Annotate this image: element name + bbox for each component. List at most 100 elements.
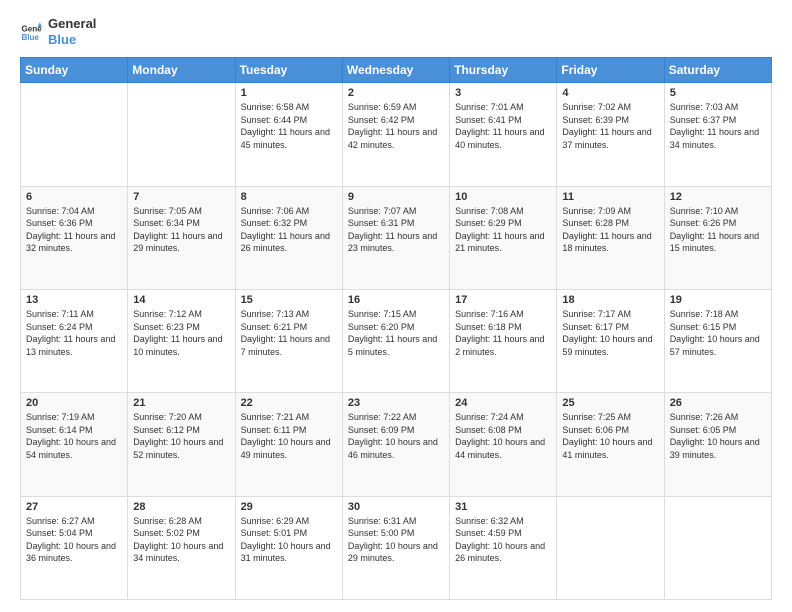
- day-cell: 26 Sunrise: 7:26 AM Sunset: 6:05 PM Dayli…: [664, 393, 771, 496]
- day-info: Sunrise: 6:31 AM Sunset: 5:00 PM Dayligh…: [348, 515, 444, 565]
- day-number: 22: [241, 397, 337, 409]
- day-info: Sunrise: 7:21 AM Sunset: 6:11 PM Dayligh…: [241, 411, 337, 461]
- header: General Blue General Blue: [20, 16, 772, 47]
- weekday-thursday: Thursday: [450, 58, 557, 83]
- day-cell: 17Sunrise: 7:16 AM Sunset: 6:18 PM Dayli…: [450, 289, 557, 392]
- day-info: Sunrise: 7:26 AM Sunset: 6:05 PM Dayligh…: [670, 411, 766, 461]
- day-cell: 29Sunrise: 6:29 AM Sunset: 5:01 PM Dayli…: [235, 496, 342, 599]
- day-number: 6: [26, 191, 122, 203]
- day-info: Sunrise: 7:15 AM Sunset: 6:20 PM Dayligh…: [348, 308, 444, 358]
- logo: General Blue General Blue: [20, 16, 96, 47]
- day-info: Sunrise: 7:05 AM Sunset: 6:34 PM Dayligh…: [133, 205, 229, 255]
- day-cell: 4 Sunrise: 7:02 AM Sunset: 6:39 PM Daylig…: [557, 83, 664, 186]
- day-number: 5: [670, 87, 766, 99]
- day-info: Sunrise: 7:22 AM Sunset: 6:09 PM Dayligh…: [348, 411, 444, 461]
- day-cell: 15 Sunrise: 7:13 AM Sunset: 6:21 PM Dayli…: [235, 289, 342, 392]
- day-info: Sunrise: 6:27 AM Sunset: 5:04 PM Dayligh…: [26, 515, 122, 565]
- day-number: 4: [562, 87, 658, 99]
- week-row-1: 1 Sunrise: 6:58 AM Sunset: 6:44 PM Daylig…: [21, 83, 772, 186]
- day-info: Sunrise: 7:02 AM Sunset: 6:39 PM Dayligh…: [562, 101, 658, 151]
- day-info: Sunrise: 7:25 AM Sunset: 6:06 PM Dayligh…: [562, 411, 658, 461]
- day-cell: 21 Sunrise: 7:20 AM Sunset: 6:12 PM Dayli…: [128, 393, 235, 496]
- day-number: 9: [348, 191, 444, 203]
- day-info: Sunrise: 7:06 AM Sunset: 6:32 PM Dayligh…: [241, 205, 337, 255]
- day-cell: 31Sunrise: 6:32 AM Sunset: 4:59 PM Dayli…: [450, 496, 557, 599]
- week-row-3: 13Sunrise: 7:11 AM Sunset: 6:24 PM Dayli…: [21, 289, 772, 392]
- day-number: 12: [670, 191, 766, 203]
- day-cell: [664, 496, 771, 599]
- day-number: 23: [348, 397, 444, 409]
- day-number: 31: [455, 501, 551, 513]
- week-row-4: 20Sunrise: 7:19 AM Sunset: 6:14 PM Dayli…: [21, 393, 772, 496]
- day-cell: 23 Sunrise: 7:22 AM Sunset: 6:09 PM Dayli…: [342, 393, 449, 496]
- day-number: 26: [670, 397, 766, 409]
- day-number: 11: [562, 191, 658, 203]
- day-info: Sunrise: 6:59 AM Sunset: 6:42 PM Dayligh…: [348, 101, 444, 151]
- day-cell: 9Sunrise: 7:07 AM Sunset: 6:31 PM Daylig…: [342, 186, 449, 289]
- day-cell: 7 Sunrise: 7:05 AM Sunset: 6:34 PM Daylig…: [128, 186, 235, 289]
- day-cell: 24 Sunrise: 7:24 AM Sunset: 6:08 PM Dayli…: [450, 393, 557, 496]
- day-number: 17: [455, 294, 551, 306]
- day-info: Sunrise: 7:24 AM Sunset: 6:08 PM Dayligh…: [455, 411, 551, 461]
- day-cell: 27Sunrise: 6:27 AM Sunset: 5:04 PM Dayli…: [21, 496, 128, 599]
- day-cell: 13Sunrise: 7:11 AM Sunset: 6:24 PM Dayli…: [21, 289, 128, 392]
- day-number: 3: [455, 87, 551, 99]
- day-cell: 12 Sunrise: 7:10 AM Sunset: 6:26 PM Dayli…: [664, 186, 771, 289]
- day-number: 29: [241, 501, 337, 513]
- day-cell: 10Sunrise: 7:08 AM Sunset: 6:29 PM Dayli…: [450, 186, 557, 289]
- day-info: Sunrise: 7:04 AM Sunset: 6:36 PM Dayligh…: [26, 205, 122, 255]
- day-number: 10: [455, 191, 551, 203]
- day-number: 7: [133, 191, 229, 203]
- day-cell: 19Sunrise: 7:18 AM Sunset: 6:15 PM Dayli…: [664, 289, 771, 392]
- day-cell: 3Sunrise: 7:01 AM Sunset: 6:41 PM Daylig…: [450, 83, 557, 186]
- day-cell: 1 Sunrise: 6:58 AM Sunset: 6:44 PM Daylig…: [235, 83, 342, 186]
- day-number: 2: [348, 87, 444, 99]
- day-number: 21: [133, 397, 229, 409]
- day-cell: [21, 83, 128, 186]
- weekday-wednesday: Wednesday: [342, 58, 449, 83]
- day-cell: 8 Sunrise: 7:06 AM Sunset: 6:32 PM Daylig…: [235, 186, 342, 289]
- day-info: Sunrise: 7:17 AM Sunset: 6:17 PM Dayligh…: [562, 308, 658, 358]
- day-cell: 2 Sunrise: 6:59 AM Sunset: 6:42 PM Daylig…: [342, 83, 449, 186]
- day-number: 8: [241, 191, 337, 203]
- day-number: 18: [562, 294, 658, 306]
- day-cell: 16 Sunrise: 7:15 AM Sunset: 6:20 PM Dayli…: [342, 289, 449, 392]
- week-row-5: 27Sunrise: 6:27 AM Sunset: 5:04 PM Dayli…: [21, 496, 772, 599]
- day-info: Sunrise: 6:28 AM Sunset: 5:02 PM Dayligh…: [133, 515, 229, 565]
- day-number: 28: [133, 501, 229, 513]
- day-info: Sunrise: 7:10 AM Sunset: 6:26 PM Dayligh…: [670, 205, 766, 255]
- day-info: Sunrise: 7:18 AM Sunset: 6:15 PM Dayligh…: [670, 308, 766, 358]
- day-cell: 20Sunrise: 7:19 AM Sunset: 6:14 PM Dayli…: [21, 393, 128, 496]
- day-number: 15: [241, 294, 337, 306]
- logo-text-general: General: [48, 16, 96, 32]
- day-cell: [557, 496, 664, 599]
- weekday-saturday: Saturday: [664, 58, 771, 83]
- day-info: Sunrise: 7:09 AM Sunset: 6:28 PM Dayligh…: [562, 205, 658, 255]
- day-cell: 25Sunrise: 7:25 AM Sunset: 6:06 PM Dayli…: [557, 393, 664, 496]
- day-cell: [128, 83, 235, 186]
- weekday-friday: Friday: [557, 58, 664, 83]
- day-number: 24: [455, 397, 551, 409]
- day-cell: 14 Sunrise: 7:12 AM Sunset: 6:23 PM Dayli…: [128, 289, 235, 392]
- calendar-table: SundayMondayTuesdayWednesdayThursdayFrid…: [20, 57, 772, 600]
- day-info: Sunrise: 7:12 AM Sunset: 6:23 PM Dayligh…: [133, 308, 229, 358]
- day-number: 14: [133, 294, 229, 306]
- weekday-sunday: Sunday: [21, 58, 128, 83]
- day-number: 16: [348, 294, 444, 306]
- day-info: Sunrise: 7:19 AM Sunset: 6:14 PM Dayligh…: [26, 411, 122, 461]
- day-info: Sunrise: 7:13 AM Sunset: 6:21 PM Dayligh…: [241, 308, 337, 358]
- day-info: Sunrise: 7:11 AM Sunset: 6:24 PM Dayligh…: [26, 308, 122, 358]
- day-info: Sunrise: 6:58 AM Sunset: 6:44 PM Dayligh…: [241, 101, 337, 151]
- day-cell: 18 Sunrise: 7:17 AM Sunset: 6:17 PM Dayli…: [557, 289, 664, 392]
- day-cell: 5 Sunrise: 7:03 AM Sunset: 6:37 PM Daylig…: [664, 83, 771, 186]
- week-row-2: 6 Sunrise: 7:04 AM Sunset: 6:36 PM Daylig…: [21, 186, 772, 289]
- day-number: 30: [348, 501, 444, 513]
- weekday-monday: Monday: [128, 58, 235, 83]
- weekday-header-row: SundayMondayTuesdayWednesdayThursdayFrid…: [21, 58, 772, 83]
- day-info: Sunrise: 7:03 AM Sunset: 6:37 PM Dayligh…: [670, 101, 766, 151]
- weekday-tuesday: Tuesday: [235, 58, 342, 83]
- day-info: Sunrise: 7:20 AM Sunset: 6:12 PM Dayligh…: [133, 411, 229, 461]
- day-number: 1: [241, 87, 337, 99]
- day-cell: 6 Sunrise: 7:04 AM Sunset: 6:36 PM Daylig…: [21, 186, 128, 289]
- page: General Blue General Blue SundayMondayTu…: [0, 0, 792, 612]
